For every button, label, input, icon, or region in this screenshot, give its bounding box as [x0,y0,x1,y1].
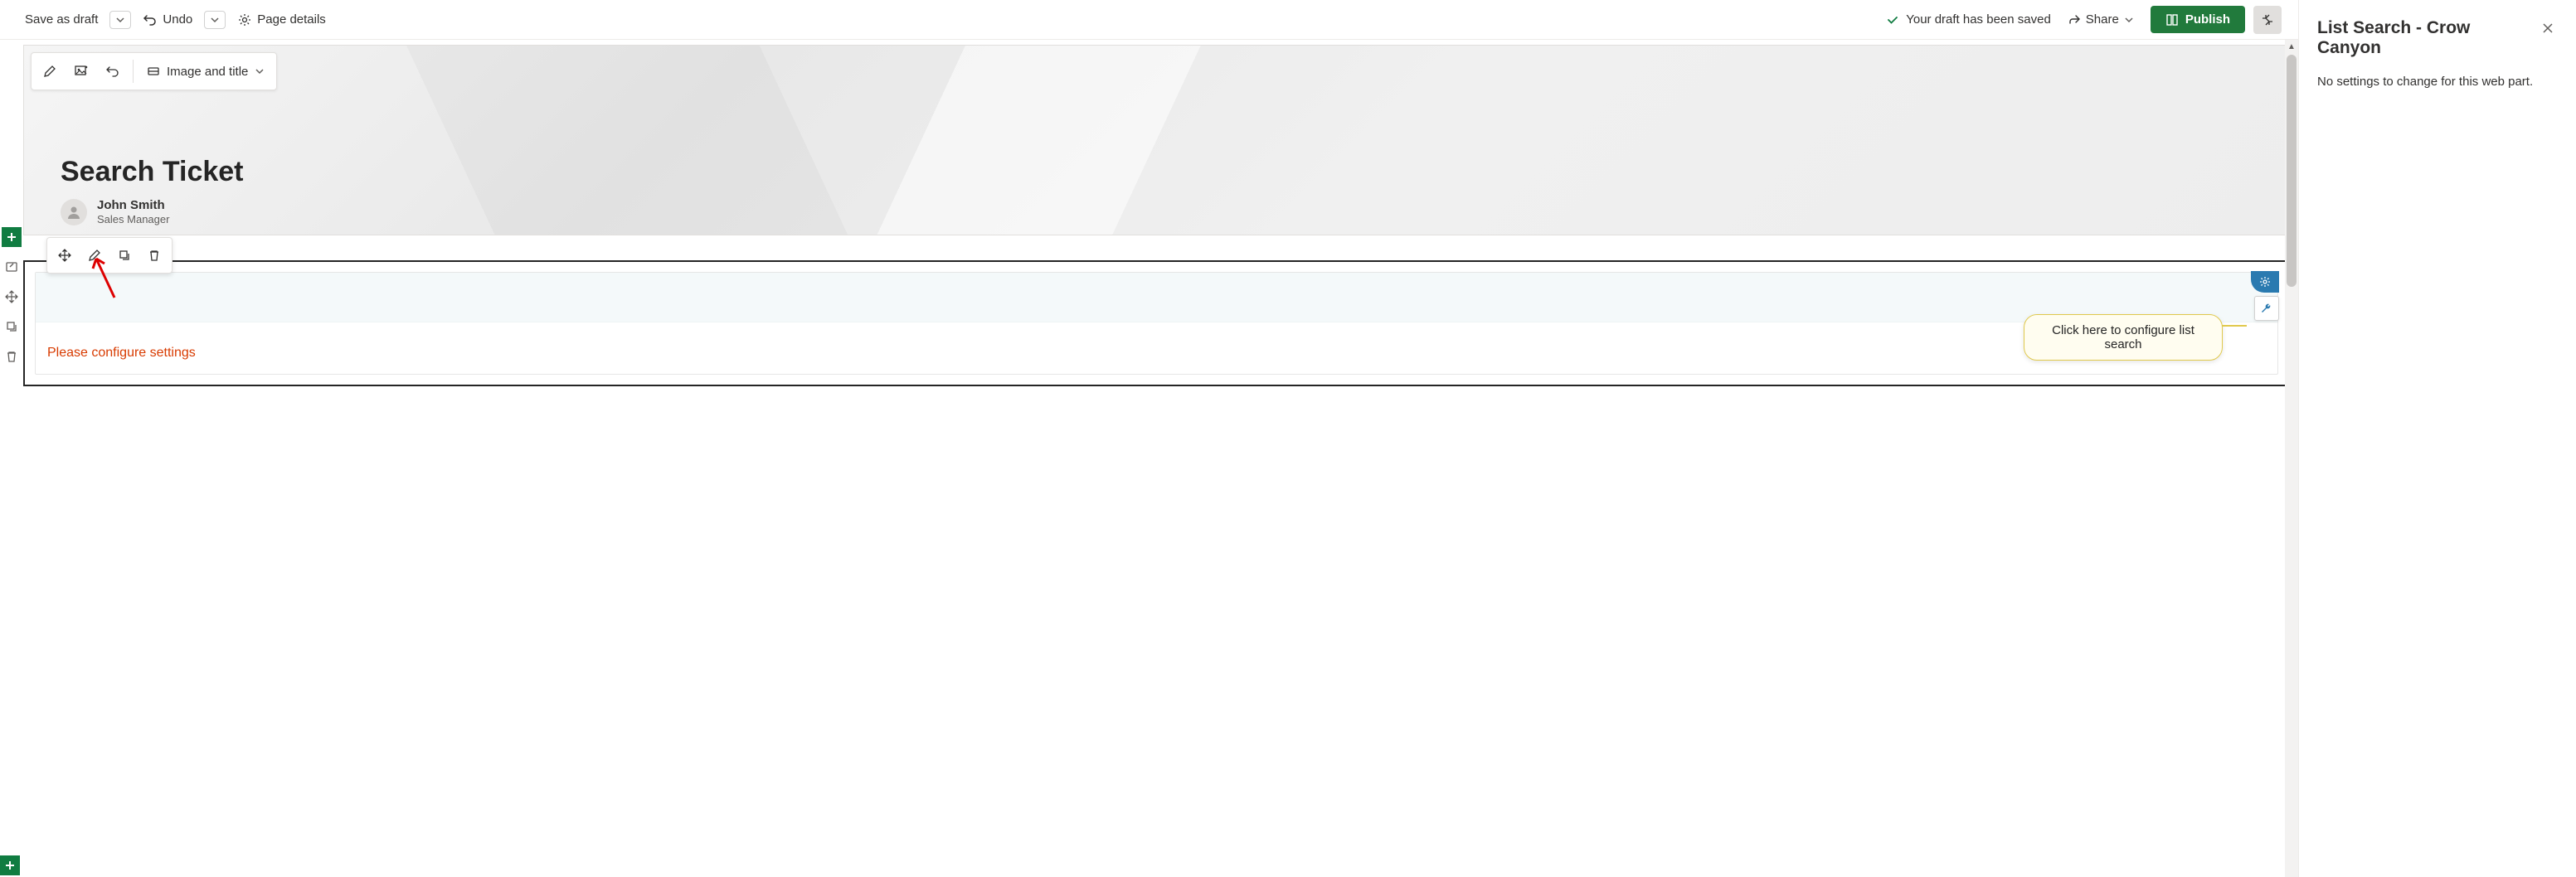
duplicate-icon [5,320,18,333]
title-image-button[interactable] [66,56,96,86]
webpart-toolbar [46,237,173,274]
saved-status: Your draft has been saved [1886,12,2051,27]
webpart-settings-badge[interactable] [2251,271,2279,293]
undo-label: Undo [163,12,192,27]
pencil-icon [42,64,57,79]
collapse-panel-button[interactable] [2253,6,2282,34]
list-search-webpart: Click here to configure list search Plea… [35,272,2278,375]
webpart-edit-button[interactable] [80,241,109,269]
person-icon [66,204,82,220]
chevron-down-icon [255,66,265,76]
gear-icon [237,12,252,27]
plus-icon [4,860,16,871]
chevron-down-icon [2124,15,2134,25]
saved-status-label: Your draft has been saved [1906,12,2051,27]
scroll-up-arrow[interactable]: ▲ [2285,40,2298,53]
plus-icon [6,231,17,243]
webpart-selection[interactable]: Click here to configure list search Plea… [23,260,2290,386]
panel-close-button[interactable] [2538,18,2558,38]
save-as-draft-button[interactable]: Save as draft [17,7,106,31]
author-role: Sales Manager [97,213,169,226]
webpart-delete-button[interactable] [140,241,168,269]
add-section-button-bottom[interactable] [0,855,20,875]
webpart-error-message: Please configure settings [36,322,2277,361]
title-edit-button[interactable] [35,56,65,86]
close-icon [2541,22,2554,35]
collapse-icon [2261,13,2274,27]
rail-duplicate-button[interactable] [2,317,22,337]
title-area[interactable]: Image and title Search Ticket John Smith… [23,45,2290,235]
move-icon [5,290,18,303]
chevron-down-icon [210,15,220,25]
publish-button[interactable]: Publish [2151,6,2245,33]
wrench-icon [2259,301,2274,316]
callout-text: Click here to configure list search [2052,323,2194,351]
reset-icon [105,64,120,79]
trash-icon [5,350,18,363]
scroll-thumb[interactable] [2287,55,2297,287]
property-pane: List Search - Crow Canyon No settings to… [2298,0,2576,877]
webpart-duplicate-button[interactable] [110,241,139,269]
image-icon [74,64,89,79]
gear-icon [2258,275,2272,288]
share-button[interactable]: Share [2059,7,2142,31]
add-section-button-top[interactable] [2,227,22,247]
page-details-label: Page details [257,12,326,27]
edit-section-icon [5,260,18,274]
canvas: Image and title Search Ticket John Smith… [0,40,2298,877]
checkmark-icon [1886,13,1899,27]
layout-icon [147,65,160,78]
title-layout-dropdown[interactable]: Image and title [139,56,273,86]
rail-delete-button[interactable] [2,346,22,366]
webpart-move-button[interactable] [51,241,79,269]
undo-chevron[interactable] [204,11,226,29]
configure-callout: Click here to configure list search [2024,314,2223,361]
webpart-header-bar [36,273,2277,322]
save-draft-chevron[interactable] [109,11,131,29]
pencil-icon [88,249,101,262]
panel-title: List Search - Crow Canyon [2317,18,2538,58]
avatar[interactable] [61,199,87,225]
title-reset-button[interactable] [98,56,128,86]
vertical-scrollbar[interactable]: ▲ [2285,40,2298,877]
undo-button[interactable]: Undo [134,7,201,32]
title-area-toolbar: Image and title [31,52,277,90]
page-title[interactable]: Search Ticket [61,156,244,188]
share-label: Share [2086,12,2119,27]
rail-edit-button[interactable] [2,257,22,277]
title-layout-label: Image and title [167,65,248,79]
move-icon [58,249,71,262]
rail-move-button[interactable] [2,287,22,307]
configure-wrench-button[interactable] [2254,296,2279,321]
command-bar: Save as draft Undo Page details [0,0,2298,40]
chevron-down-icon [115,15,125,25]
page-icon [2165,13,2179,27]
duplicate-icon [118,249,131,262]
save-as-draft-label: Save as draft [25,12,98,27]
panel-body-text: No settings to change for this web part. [2317,75,2558,89]
author-name: John Smith [97,198,169,213]
share-icon [2068,13,2081,27]
author-block: John Smith Sales Manager [61,198,169,226]
publish-label: Publish [2185,12,2230,27]
section-rail [0,40,23,877]
undo-icon [143,12,158,27]
page-details-button[interactable]: Page details [229,7,334,32]
trash-icon [148,249,161,262]
